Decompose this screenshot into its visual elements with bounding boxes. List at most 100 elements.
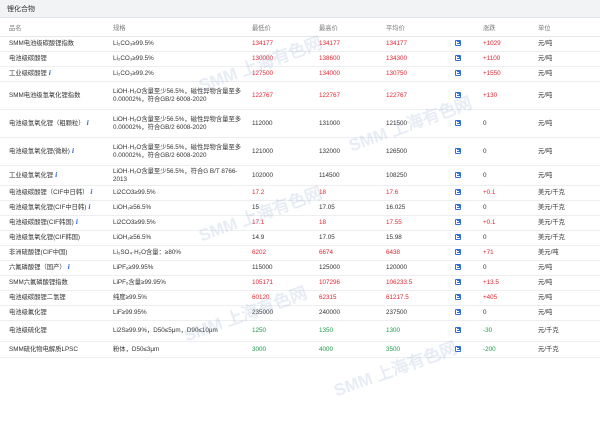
column-header-avg[interactable]: 平均价 [386,18,455,37]
cell-name[interactable]: 电池级碳酸锂（CIF中日韩） i [0,185,113,201]
product-name[interactable]: 非洲硫酸锂(CIF中国) [9,249,67,256]
cell-chart[interactable] [455,200,483,216]
product-name[interactable]: 电池级氢氧化锂(微粉) [9,148,70,155]
product-name[interactable]: 电池级碳酸锂(CIF韩国) [9,219,74,226]
table-row[interactable]: SMM电池级碳酸锂指数 Li₂CO₃≥99.5% 134177 134177 13417… [0,36,600,52]
cell-chart[interactable] [455,290,483,306]
cell-chart[interactable] [455,81,483,110]
cell-chart[interactable] [455,165,483,186]
chart-icon[interactable] [455,327,461,334]
cell-chart[interactable] [455,137,483,166]
cell-name[interactable]: 电池级碳酸锂(CIF韩国) i [0,215,113,231]
info-icon[interactable]: i [49,70,51,78]
info-icon[interactable]: i [68,264,70,272]
cell-name[interactable]: 电池级氟化锂 [0,305,113,321]
cell-chart[interactable] [455,245,483,261]
product-name[interactable]: 工业级碳酸锂 [9,70,47,77]
cell-chart[interactable] [455,36,483,52]
cell-name[interactable]: SMM硫化物电解质LPSC [0,341,113,358]
info-icon[interactable]: i [88,204,90,212]
cell-chart[interactable] [455,260,483,276]
cell-chart[interactable] [455,341,483,358]
cell-chart[interactable] [455,66,483,82]
product-name[interactable]: 电池级氢氧化锂(CIF韩国) [9,234,80,241]
cell-name[interactable]: 工业级氢氧化锂 i [0,165,113,186]
info-icon[interactable]: i [72,148,74,156]
cell-name[interactable]: 非洲硫酸锂(CIF中国) [0,245,113,261]
chart-icon[interactable] [455,147,461,154]
chart-icon[interactable] [455,40,461,47]
product-name[interactable]: 电池级碳酸锂二氢锂 [9,294,66,301]
chart-icon[interactable] [455,309,461,316]
chart-icon[interactable] [455,91,461,98]
column-header-low[interactable]: 最低价 [252,18,319,37]
info-icon[interactable]: i [87,120,89,128]
column-header-high[interactable]: 最高价 [319,18,386,37]
table-row[interactable]: 非洲硫酸锂(CIF中国) Li₂SO₄·H₂O含量：≥80% 6202 6674 643… [0,245,600,261]
product-name[interactable]: SMM硫化物电解质LPSC [9,346,78,353]
chart-icon[interactable] [455,234,461,241]
info-icon[interactable]: i [90,189,92,197]
table-row[interactable]: 电池级氢氧化锂(CIF韩国) LiOH₂≥56.5% 14.9 17.05 15.98 0… [0,230,600,246]
cell-name[interactable]: SMM电池级碳酸锂指数 [0,36,113,52]
product-name[interactable]: SMM六氟磷酸锂指数 [9,279,68,286]
chart-icon[interactable] [455,189,461,196]
cell-name[interactable]: 电池级氢氧化锂(微粉) i [0,137,113,166]
product-name[interactable]: 电池级氟化锂 [9,309,47,316]
product-name[interactable]: SMM电池级氢氧化锂指数 [9,92,80,99]
product-name[interactable]: 工业级氢氧化锂 [9,172,53,179]
table-row[interactable]: 电池级碳酸锂二氢锂 纯度≥99.5% 60120 62315 61217.5 +405 元/… [0,290,600,306]
cell-name[interactable]: SMM电池级氢氧化锂指数 [0,81,113,110]
cell-chart[interactable] [455,320,483,342]
table-row[interactable]: SMM硫化物电解质LPSC 粉体，D50≤3μm 3000 4000 3500 -200 元… [0,341,600,358]
chart-icon[interactable] [455,345,461,352]
table-row[interactable]: 电池级氢氧化锂(微粉) i LiOH·H₂O含量至少56.5%，磁性异物含量至多0.… [0,137,600,166]
cell-name[interactable]: 电池级硫化锂 [0,320,113,342]
cell-chart[interactable] [455,215,483,231]
cell-name[interactable]: 电池级氢氧化锂(CIF中日韩) i [0,200,113,216]
table-row[interactable]: 电池级碳酸锂（CIF中日韩） i Li2CO3≥99.5% 17.2 18 17.6 +0.… [0,185,600,201]
product-name[interactable]: 六氟磷酸锂（国产） [9,264,66,271]
table-row[interactable]: 工业级碳酸锂 i Li₂CO₃≥99.2% 127500 134000 130750 +15… [0,66,600,82]
chart-icon[interactable] [455,264,461,271]
info-icon[interactable]: i [55,172,57,180]
product-name[interactable]: 电池级氢氧化锂（粗颗粒） [9,120,85,127]
product-name[interactable]: SMM电池级碳酸锂指数 [9,40,74,47]
table-row[interactable]: 电池级氢氧化锂（粗颗粒） i LiOH·H₂O含量至少56.5%，磁性异物含量至多0… [0,109,600,138]
chart-icon[interactable] [455,204,461,211]
table-row[interactable]: 电池级碳酸锂(CIF韩国) i Li2CO3≥99.5% 17.1 18 17.55 +0.… [0,215,600,231]
chart-icon[interactable] [455,279,461,286]
cell-chart[interactable] [455,185,483,201]
cell-name[interactable]: 电池级碳酸锂 [0,51,113,67]
column-header-change[interactable]: 涨跌 [483,18,538,37]
chart-icon[interactable] [455,55,461,62]
cell-chart[interactable] [455,109,483,138]
cell-name[interactable]: 电池级氢氧化锂(CIF韩国) [0,230,113,246]
cell-name[interactable]: 电池级氢氧化锂（粗颗粒） i [0,109,113,138]
chart-icon[interactable] [455,119,461,126]
cell-chart[interactable] [455,275,483,291]
table-row[interactable]: 电池级硫化锂 Li2S≥99.9%，D50≤5μm，D90≤10μm 1250 135… [0,320,600,342]
cell-chart[interactable] [455,305,483,321]
cell-name[interactable]: 六氟磷酸锂（国产） i [0,260,113,276]
table-row[interactable]: 电池级氟化锂LiF≥99.95%2350002400002375000元/吨09… [0,305,600,321]
product-name[interactable]: 电池级碳酸锂（CIF中日韩） [9,189,88,196]
product-name[interactable]: 电池级氢氧化锂(CIF中日韩) [9,204,86,211]
table-row[interactable]: 电池级氢氧化锂(CIF中日韩) i LiOH₂≥56.5% 15 17.05 16.025… [0,200,600,216]
cell-chart[interactable] [455,230,483,246]
info-icon[interactable]: i [76,219,78,227]
product-name[interactable]: 电池级硫化锂 [9,327,47,334]
cell-name[interactable]: 电池级碳酸锂二氢锂 [0,290,113,306]
table-row[interactable]: 工业级氢氧化锂 i LiOH·H₂O含量至少56.5%，符合G B/T 8766-2… [0,165,600,186]
product-name[interactable]: 电池级碳酸锂 [9,55,47,62]
table-row[interactable]: SMM电池级氢氧化锂指数 LiOH·H₂O含量至少56.5%，磁性异物含量至多0.… [0,81,600,110]
cell-name[interactable]: SMM六氟磷酸锂指数 [0,275,113,291]
chart-icon[interactable] [455,219,461,226]
chart-icon[interactable] [455,249,461,256]
chart-icon[interactable] [455,171,461,178]
cell-name[interactable]: 工业级碳酸锂 i [0,66,113,82]
chart-icon[interactable] [455,70,461,77]
table-row[interactable]: SMM六氟磷酸锂指数 LiPF₆含量≥99.95% 105171 107296 1062… [0,275,600,291]
cell-chart[interactable] [455,51,483,67]
chart-icon[interactable] [455,294,461,301]
